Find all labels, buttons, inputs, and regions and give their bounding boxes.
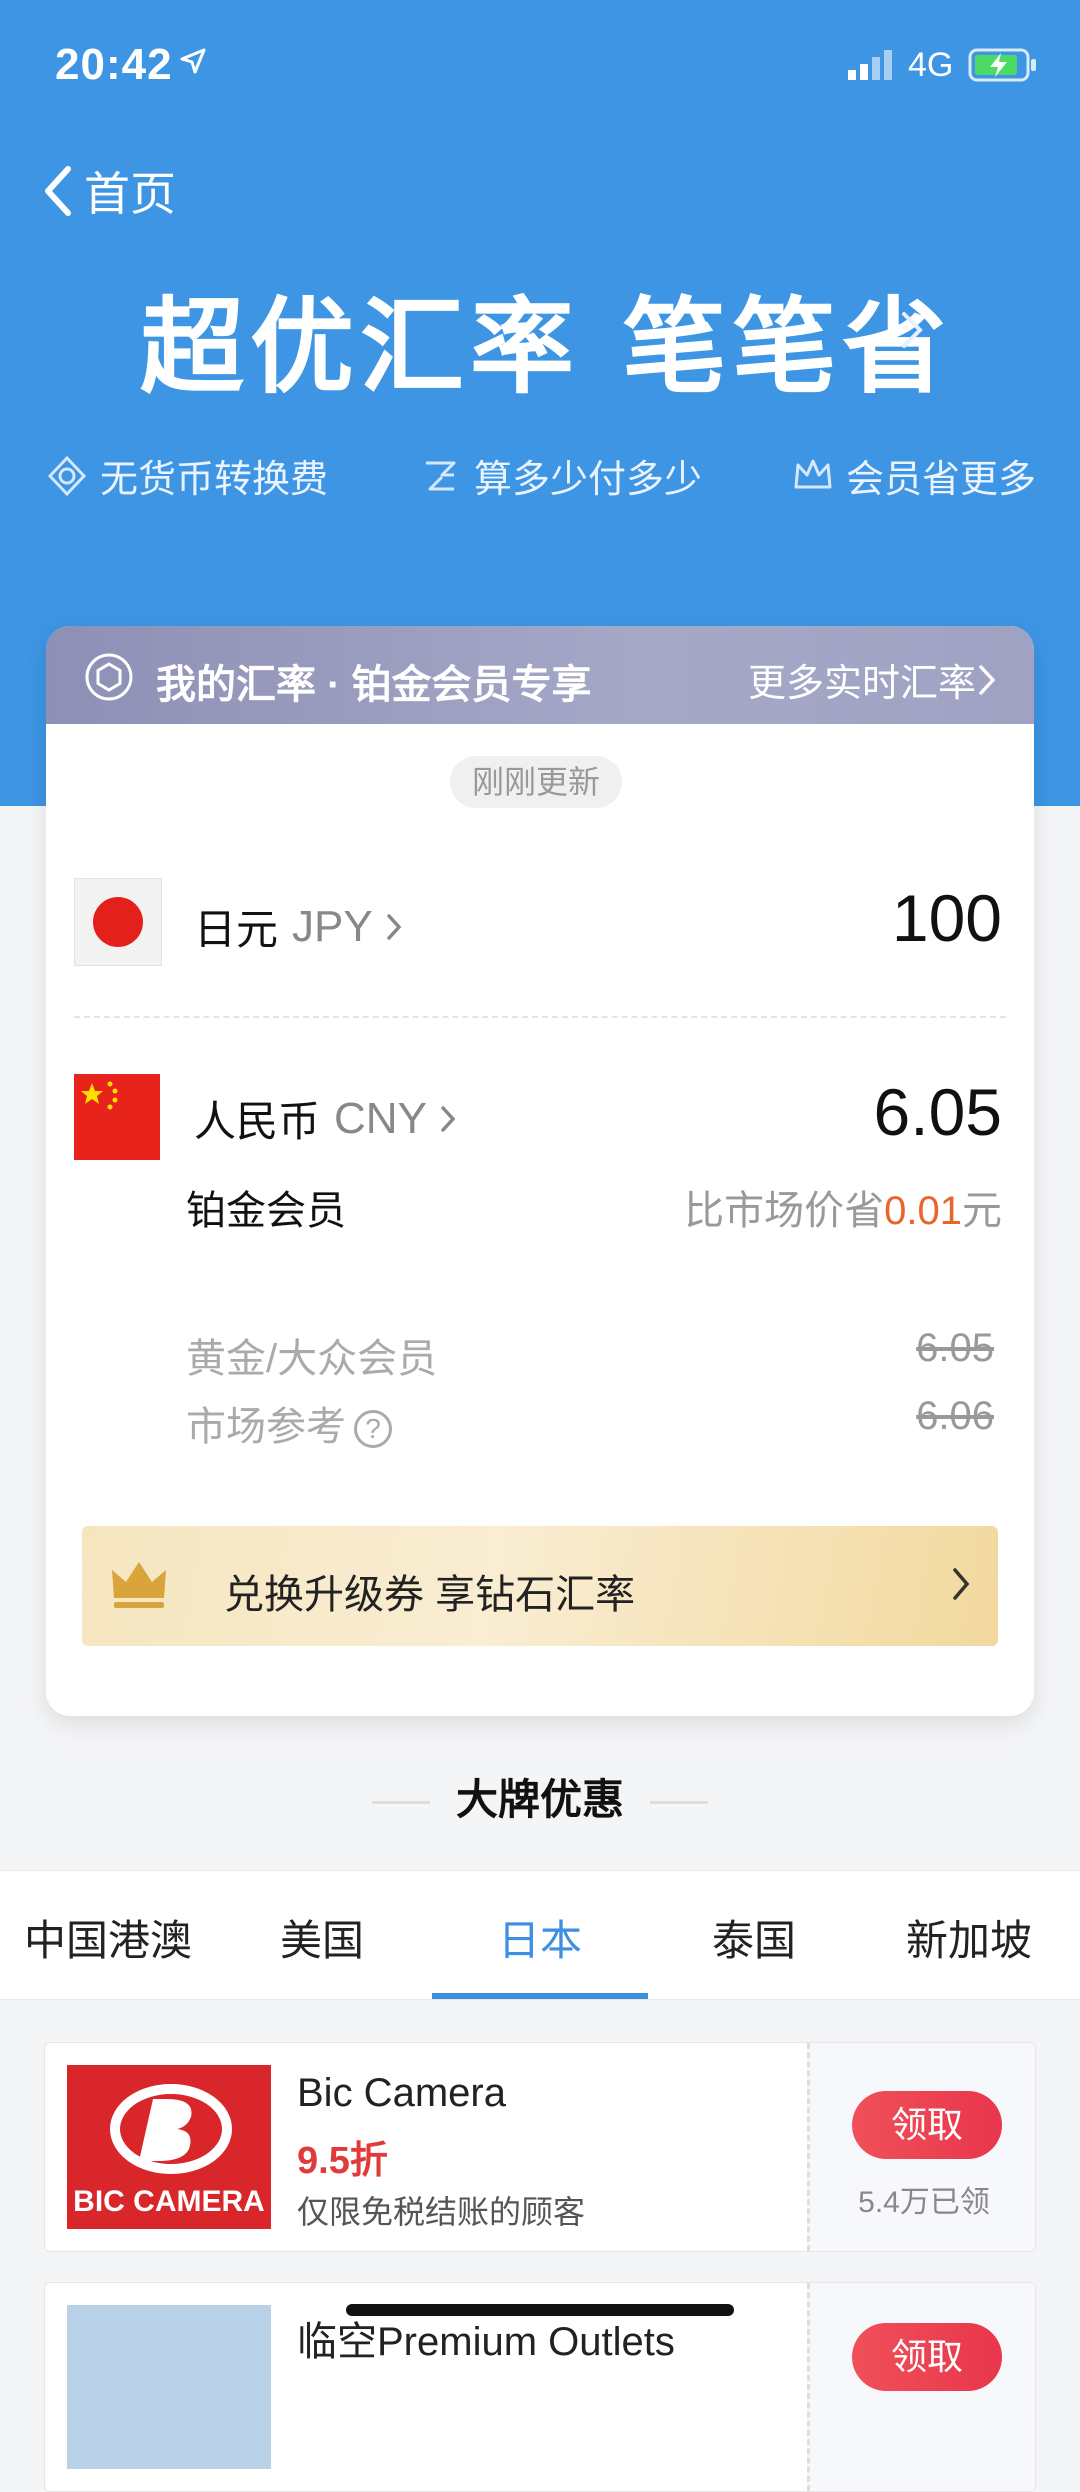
more-rates-link[interactable]: 更多实时汇率 — [748, 652, 998, 707]
feature-item: 无货币转换费 — [46, 448, 328, 503]
network-type: 4G — [908, 46, 954, 84]
to-currency-code: CNY — [334, 1093, 427, 1143]
saving-prefix: 比市场价省 — [684, 1189, 885, 1233]
chevron-left-icon — [45, 166, 71, 216]
updated-badge: 刚刚更新 — [450, 756, 623, 808]
from-currency-selector[interactable]: 日元 JPY — [194, 896, 403, 957]
calc-icon — [426, 461, 456, 490]
to-currency-name: 人民币 — [194, 1098, 321, 1145]
signal-icon — [848, 50, 892, 80]
tab-indicator — [432, 1993, 648, 1999]
back-button[interactable]: 首页 — [42, 158, 176, 224]
chevron-right-icon — [386, 913, 402, 940]
status-time: 20:42 — [55, 40, 173, 89]
to-currency-selector[interactable]: 人民币 CNY — [194, 1088, 457, 1149]
deal-name: Bic Camera — [297, 2071, 506, 2115]
chevron-right-icon — [979, 664, 996, 695]
location-arrow-icon — [180, 48, 206, 74]
china-flag-icon — [74, 1074, 160, 1160]
reference-row: 市场参考? 6.06 — [186, 1394, 994, 1452]
feature-item: 算多少付多少 — [420, 448, 702, 503]
outlet-logo — [67, 2305, 271, 2469]
hexagon-badge-icon — [85, 653, 133, 701]
tab-japan[interactable]: 日本 — [498, 1907, 582, 1968]
row-divider — [74, 1016, 1006, 1018]
deal-name: 临空Premium Outlets — [297, 2320, 675, 2364]
divider-line — [650, 1801, 708, 1805]
japan-flag-icon — [74, 878, 162, 966]
feature-item: 会员省更多 — [792, 448, 1036, 503]
from-currency-code: JPY — [292, 901, 373, 951]
saving-text: 比市场价省0.01元 — [684, 1178, 1002, 1236]
feature-label: 算多少付多少 — [474, 459, 703, 501]
battery-charging-icon — [968, 48, 1036, 82]
deal-claim-area: 领取 — [807, 2283, 1035, 2491]
claim-count: 5.4万已领 — [858, 2186, 990, 2219]
claim-button[interactable]: 领取 — [852, 2091, 1002, 2159]
tab-singapore[interactable]: 新加坡 — [906, 1907, 1032, 1968]
feature-label: 会员省更多 — [846, 459, 1037, 501]
status-bar: 20:42 4G — [0, 0, 1080, 130]
reference-label: 黄金/大众会员 — [186, 1337, 438, 1381]
home-indicator[interactable] — [346, 2304, 734, 2316]
section-title-text: 大牌优惠 — [455, 1776, 624, 1823]
banner-title[interactable]: 超优汇率 笔笔省 — [140, 262, 952, 413]
upgrade-label: 兑换升级券 享钻石汇率 — [224, 1573, 636, 1617]
more-rates-label: 更多实时汇率 — [747, 663, 976, 705]
deal-claim-area: 领取 5.4万已领 — [807, 2043, 1035, 2251]
reference-row: 黄金/大众会员 6.05 — [186, 1326, 994, 1384]
bic-camera-logo: BIC CAMERA — [67, 2065, 271, 2229]
tab-thailand[interactable]: 泰国 — [712, 1907, 796, 1968]
region-tabs: 中国港澳 美国 日本 泰国 新加坡 — [0, 1870, 1080, 2000]
rate-card: 我的汇率 · 铂金会员专享 更多实时汇率 刚刚更新 日元 JPY 100 人民币… — [46, 626, 1034, 1716]
reference-value: 6.05 — [916, 1326, 994, 1370]
tab-usa[interactable]: 美国 — [280, 1907, 364, 1968]
to-amount: 6.05 — [873, 1075, 1002, 1149]
claim-button[interactable]: 领取 — [852, 2323, 1002, 2391]
crown-icon — [112, 1562, 166, 1608]
chevron-right-icon[interactable] — [900, 310, 924, 350]
divider-line — [371, 1801, 430, 1805]
saving-suffix: 元 — [962, 1189, 1002, 1233]
saving-value: 0.01 — [884, 1189, 962, 1233]
rate-card-header: 我的汇率 · 铂金会员专享 更多实时汇率 — [46, 626, 1034, 724]
chevron-right-icon — [953, 1568, 970, 1600]
logo-text: BIC CAMERA — [73, 2185, 265, 2218]
reference-value: 6.06 — [916, 1394, 994, 1438]
back-label: 首页 — [84, 168, 176, 220]
feature-label: 无货币转换费 — [100, 459, 329, 501]
deal-card[interactable]: BIC CAMERA Bic Camera 9.5折 仅限免税结账的顾客 领取 … — [44, 2042, 1036, 2252]
reference-label: 市场参考 — [186, 1405, 346, 1449]
deal-condition: 仅限免税结账的顾客 — [297, 2194, 586, 2230]
crown-icon — [794, 459, 832, 488]
from-amount-input[interactable]: 100 — [892, 880, 1002, 956]
section-title: 大牌优惠 — [0, 1766, 1080, 1827]
upgrade-coupon-banner[interactable]: 兑换升级券 享钻石汇率 — [82, 1526, 998, 1646]
feature-list: 无货币转换费 算多少付多少 会员省更多 — [0, 448, 1080, 508]
rate-card-title: 我的汇率 · 铂金会员专享 — [156, 663, 592, 707]
help-icon[interactable]: ? — [354, 1410, 392, 1449]
from-currency-name: 日元 — [194, 906, 279, 953]
member-tier: 铂金会员 — [186, 1189, 346, 1233]
shield-check-icon — [47, 455, 87, 496]
tab-hk-macau[interactable]: 中国港澳 — [24, 1907, 192, 1968]
chevron-right-icon — [441, 1105, 456, 1132]
deal-discount: 9.5折 — [297, 2140, 388, 2182]
